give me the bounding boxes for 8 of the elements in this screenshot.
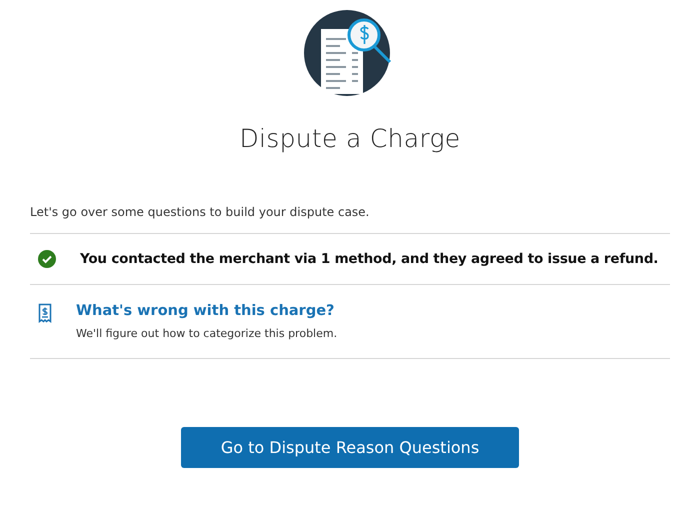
check-circle-icon (38, 250, 56, 268)
receipt-icon (38, 303, 52, 323)
intro-text: Let's go over some questions to build your dispute case. (30, 205, 370, 219)
step-link[interactable]: What's wrong with this charge? (76, 303, 338, 319)
dispute-reason-button[interactable]: Go to Dispute Reason Questions (181, 427, 519, 468)
step-description: We'll figure out how to categorize this problem. (76, 327, 338, 340)
page-title: Dispute a Charge (238, 124, 462, 153)
completed-step-text: You contacted the merchant via 1 method, and they agreed to issue a refund. (80, 251, 658, 267)
